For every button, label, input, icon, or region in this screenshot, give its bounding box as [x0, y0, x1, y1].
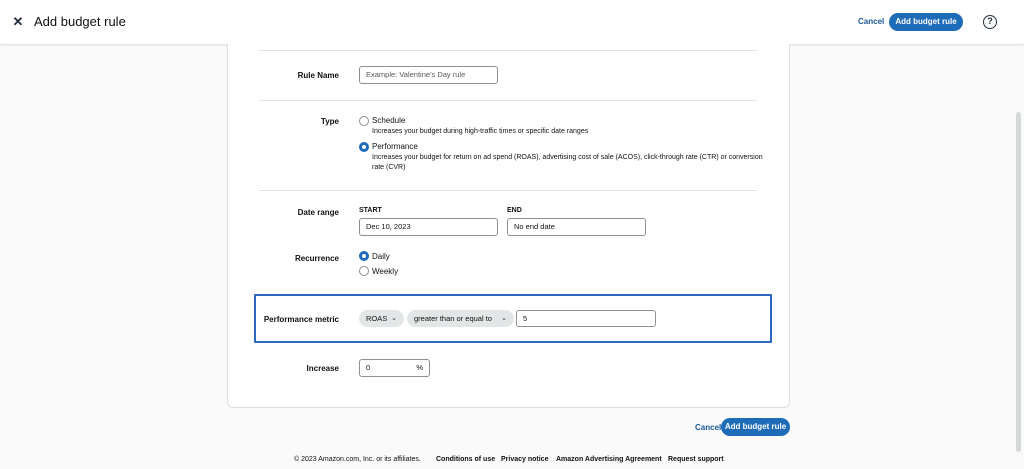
metric-dropdown[interactable]: ROAS ⌄ [359, 310, 404, 327]
divider [259, 190, 757, 191]
daily-radio-label: Daily [372, 252, 390, 261]
start-date-label: START [359, 207, 382, 214]
bottom-add-budget-rule-button[interactable]: Add budget rule [721, 418, 790, 436]
date-range-label: Date range [297, 208, 339, 217]
scrollbar-thumb[interactable] [1016, 112, 1021, 452]
divider [259, 50, 757, 51]
percent-unit: % [416, 363, 423, 372]
help-icon[interactable]: ? [983, 15, 997, 29]
close-icon[interactable]: ✕ [11, 13, 25, 31]
schedule-radio-label: Schedule [372, 116, 406, 125]
header-cancel-link[interactable]: Cancel [858, 17, 884, 26]
increase-label: Increase [306, 364, 339, 373]
performance-description: Increases your budget for return on ad s… [372, 154, 763, 171]
footer-link-advertising-agreement[interactable]: Amazon Advertising Agreement [556, 456, 662, 463]
weekly-radio-label: Weekly [372, 267, 399, 276]
increase-value: 0 [366, 363, 371, 372]
schedule-radio[interactable] [359, 116, 369, 126]
divider [259, 100, 757, 101]
increase-input[interactable]: 0 % [359, 359, 430, 377]
operator-dropdown[interactable]: greater than or equal to ⌄ [407, 310, 514, 327]
chevron-down-icon: ⌄ [501, 315, 507, 322]
rule-name-label: Rule Name [297, 71, 339, 80]
operator-dropdown-value: greater than or equal to [414, 314, 492, 323]
end-date-input[interactable]: No end date [507, 218, 646, 236]
footer-link-request-support[interactable]: Request support [668, 456, 724, 463]
performance-radio[interactable] [359, 142, 369, 152]
metric-value-input[interactable]: 5 [516, 310, 656, 327]
rule-name-input[interactable]: Example: Valentine's Day rule [359, 66, 498, 84]
performance-radio-label: Performance [372, 142, 418, 151]
chevron-down-icon: ⌄ [391, 315, 397, 322]
copyright-text: © 2023 Amazon.com, Inc. or its affiliate… [294, 456, 421, 463]
metric-dropdown-value: ROAS [366, 314, 388, 323]
weekly-radio[interactable] [359, 266, 369, 276]
performance-metric-label: Performance metric [263, 315, 339, 324]
type-label: Type [320, 117, 339, 126]
header-add-budget-rule-button[interactable]: Add budget rule [889, 13, 963, 31]
daily-radio[interactable] [359, 251, 369, 261]
footer-link-conditions[interactable]: Conditions of use [436, 456, 495, 463]
bottom-cancel-link[interactable]: Cancel [695, 423, 721, 432]
recurrence-label: Recurrence [294, 254, 339, 263]
page-title: Add budget rule [34, 14, 126, 29]
start-date-input[interactable]: Dec 10, 2023 [359, 218, 498, 236]
footer-link-privacy[interactable]: Privacy notice [501, 456, 548, 463]
schedule-description: Increases your budget during high-traffi… [372, 128, 589, 135]
top-bar: ✕ Add budget rule Cancel Add budget rule… [0, 0, 1024, 45]
end-date-label: END [507, 207, 522, 214]
